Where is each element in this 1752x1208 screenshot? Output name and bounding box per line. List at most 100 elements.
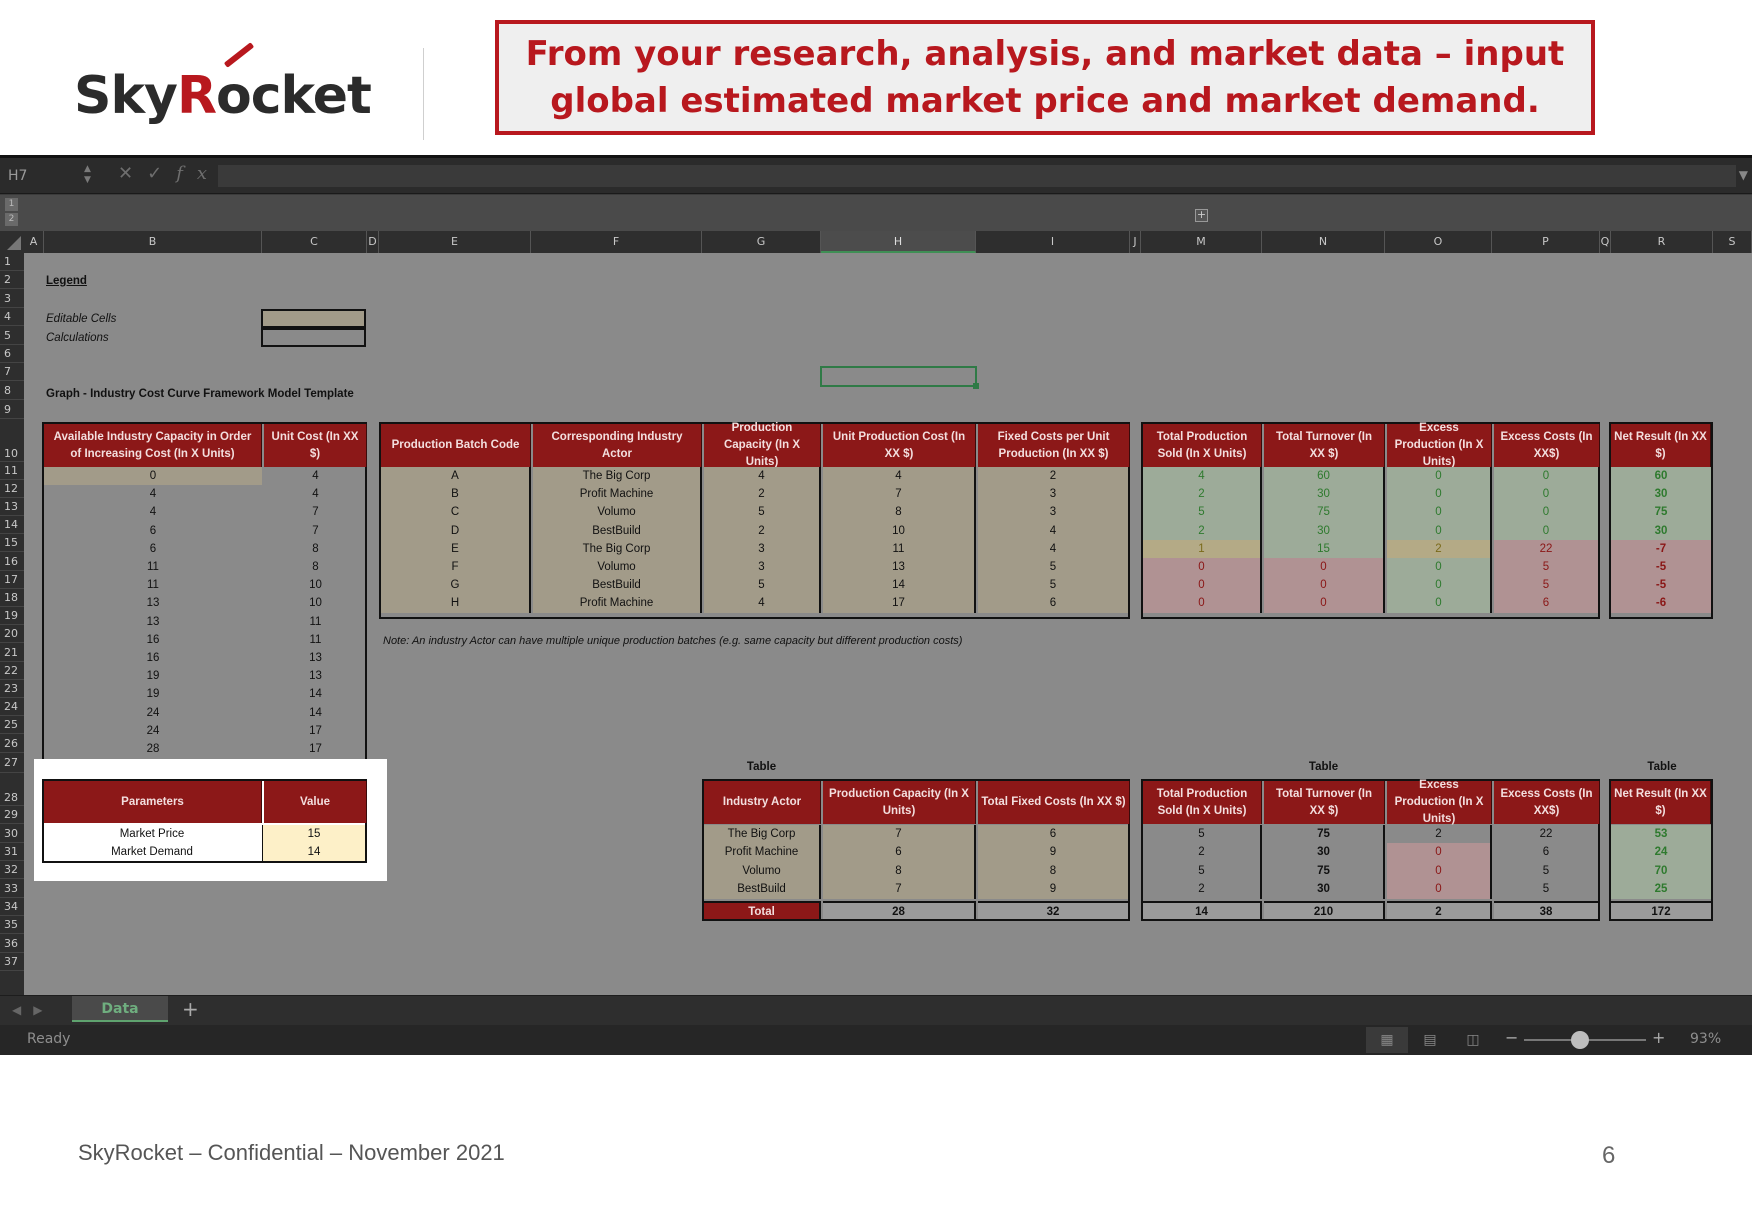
batch-cell[interactable]: 4 bbox=[978, 539, 1130, 558]
capacity-cell[interactable]: 4 bbox=[44, 485, 262, 503]
row-header-8[interactable]: 8 bbox=[0, 381, 24, 400]
capacity-cell[interactable]: 28 bbox=[44, 740, 262, 758]
row-header-30[interactable]: 30 bbox=[0, 824, 24, 843]
row-header-21[interactable]: 21 bbox=[0, 643, 24, 662]
row-header-18[interactable]: 18 bbox=[0, 589, 24, 607]
column-header-g[interactable]: G bbox=[702, 231, 821, 253]
sheet-nav-icons[interactable]: ◀▶ bbox=[12, 1003, 54, 1017]
column-header-e[interactable]: E bbox=[379, 231, 531, 253]
formula-input[interactable] bbox=[218, 165, 1736, 187]
confirm-icon[interactable]: ✓ bbox=[147, 163, 176, 184]
capacity-cell[interactable]: 11 bbox=[264, 613, 367, 631]
add-sheet-button[interactable]: + bbox=[182, 998, 199, 1020]
capacity-cell[interactable]: 16 bbox=[44, 649, 262, 667]
sheet-tab-data[interactable]: Data bbox=[72, 996, 168, 1022]
row-header-10[interactable]: 10 bbox=[0, 419, 24, 462]
batch-cell[interactable]: 4 bbox=[978, 521, 1130, 540]
batch-cell[interactable]: F bbox=[381, 558, 531, 577]
column-header-h[interactable]: H bbox=[821, 231, 976, 253]
capacity-cell[interactable]: 8 bbox=[264, 558, 367, 576]
batch-cell[interactable]: 3 bbox=[978, 503, 1130, 522]
row-header-14[interactable]: 14 bbox=[0, 516, 24, 534]
row-header-15[interactable]: 15 bbox=[0, 534, 24, 552]
capacity-cell[interactable]: 17 bbox=[264, 722, 367, 740]
batch-cell[interactable]: 8 bbox=[823, 503, 976, 522]
zoom-level[interactable]: 93% bbox=[1690, 1031, 1721, 1047]
capacity-cell[interactable]: 14 bbox=[264, 704, 367, 722]
column-header-f[interactable]: F bbox=[531, 231, 702, 253]
row-header-26[interactable]: 26 bbox=[0, 734, 24, 753]
batch-cell[interactable]: 3 bbox=[704, 558, 821, 577]
batch-cell[interactable]: 5 bbox=[978, 558, 1130, 577]
row-header-12[interactable]: 12 bbox=[0, 480, 24, 498]
batch-cell[interactable]: G bbox=[381, 576, 531, 595]
column-header-b[interactable]: B bbox=[44, 231, 262, 253]
column-header-r[interactable]: R bbox=[1611, 231, 1713, 253]
capacity-cell[interactable]: 19 bbox=[44, 667, 262, 685]
parameter-value-input[interactable]: 14 bbox=[262, 843, 365, 861]
capacity-cell[interactable]: 13 bbox=[264, 667, 367, 685]
column-header-p[interactable]: P bbox=[1492, 231, 1600, 253]
capacity-cell[interactable]: 19 bbox=[44, 685, 262, 703]
row-header-36[interactable]: 36 bbox=[0, 934, 24, 953]
batch-cell[interactable]: 5 bbox=[978, 576, 1130, 595]
batch-cell[interactable]: 10 bbox=[823, 521, 976, 540]
capacity-cell[interactable]: 0 bbox=[44, 467, 262, 486]
batch-cell[interactable]: 7 bbox=[823, 485, 976, 504]
name-box-stepper-icon[interactable]: ▲ ▼ bbox=[84, 164, 91, 186]
row-header-29[interactable]: 29 bbox=[0, 806, 24, 824]
row-header-11[interactable]: 11 bbox=[0, 462, 24, 480]
batch-cell[interactable]: H bbox=[381, 594, 531, 613]
row-header-32[interactable]: 32 bbox=[0, 861, 24, 879]
sheet-grid[interactable]: Legend Editable Cells Calculations Graph - … bbox=[24, 253, 1752, 995]
capacity-cell[interactable]: 14 bbox=[264, 685, 367, 703]
row-header-17[interactable]: 17 bbox=[0, 571, 24, 589]
capacity-cell[interactable]: 16 bbox=[44, 631, 262, 649]
capacity-cell[interactable]: 13 bbox=[44, 613, 262, 631]
normal-view-icon[interactable]: ▦ bbox=[1366, 1027, 1408, 1053]
batch-cell[interactable]: BestBuild bbox=[533, 521, 702, 540]
batch-cell[interactable]: 4 bbox=[704, 467, 821, 486]
batch-cell[interactable]: 6 bbox=[978, 594, 1130, 613]
row-header-28[interactable]: 28 bbox=[0, 773, 24, 806]
batch-cell[interactable]: 2 bbox=[704, 521, 821, 540]
select-all-corner[interactable] bbox=[0, 231, 24, 253]
outline-level-1[interactable]: 1 bbox=[5, 198, 18, 211]
batch-cell[interactable]: 3 bbox=[704, 539, 821, 558]
column-header-i[interactable]: I bbox=[976, 231, 1130, 253]
batch-cell[interactable]: 4 bbox=[823, 467, 976, 486]
row-header-13[interactable]: 13 bbox=[0, 498, 24, 516]
row-header-31[interactable]: 31 bbox=[0, 843, 24, 861]
batch-cell[interactable]: 5 bbox=[704, 503, 821, 522]
capacity-cell[interactable]: 13 bbox=[264, 649, 367, 667]
row-header-27[interactable]: 27 bbox=[0, 753, 24, 773]
capacity-cell[interactable]: 10 bbox=[264, 594, 367, 612]
capacity-cell[interactable]: 17 bbox=[264, 740, 367, 758]
batch-cell[interactable]: Volumo bbox=[533, 503, 702, 522]
capacity-cell[interactable]: 13 bbox=[44, 594, 262, 612]
row-header-4[interactable]: 4 bbox=[0, 308, 24, 326]
row-header-35[interactable]: 35 bbox=[0, 916, 24, 934]
capacity-cell[interactable]: 11 bbox=[44, 558, 262, 576]
row-header-2[interactable]: 2 bbox=[0, 271, 24, 289]
batch-cell[interactable]: 17 bbox=[823, 594, 976, 613]
capacity-cell[interactable]: 7 bbox=[264, 503, 367, 521]
capacity-cell[interactable]: 24 bbox=[44, 704, 262, 722]
page-break-view-icon[interactable]: ◫ bbox=[1452, 1027, 1494, 1053]
row-header-24[interactable]: 24 bbox=[0, 698, 24, 716]
batch-cell[interactable]: 3 bbox=[978, 485, 1130, 504]
batch-cell[interactable]: 13 bbox=[823, 558, 976, 577]
outline-level-2[interactable]: 2 bbox=[5, 213, 18, 226]
function-icon[interactable]: fx bbox=[176, 163, 221, 184]
row-header-7[interactable]: 7 bbox=[0, 363, 24, 381]
batch-cell[interactable]: The Big Corp bbox=[533, 467, 702, 486]
row-header-3[interactable]: 3 bbox=[0, 289, 24, 308]
batch-cell[interactable]: 14 bbox=[823, 576, 976, 595]
capacity-cell[interactable]: 7 bbox=[264, 522, 367, 540]
capacity-cell[interactable]: 6 bbox=[44, 540, 262, 558]
batch-cell[interactable]: 5 bbox=[704, 576, 821, 595]
capacity-cell[interactable]: 11 bbox=[44, 576, 262, 594]
batch-cell[interactable]: Volumo bbox=[533, 558, 702, 577]
capacity-cell[interactable]: 4 bbox=[264, 467, 367, 485]
row-header-23[interactable]: 23 bbox=[0, 680, 24, 698]
